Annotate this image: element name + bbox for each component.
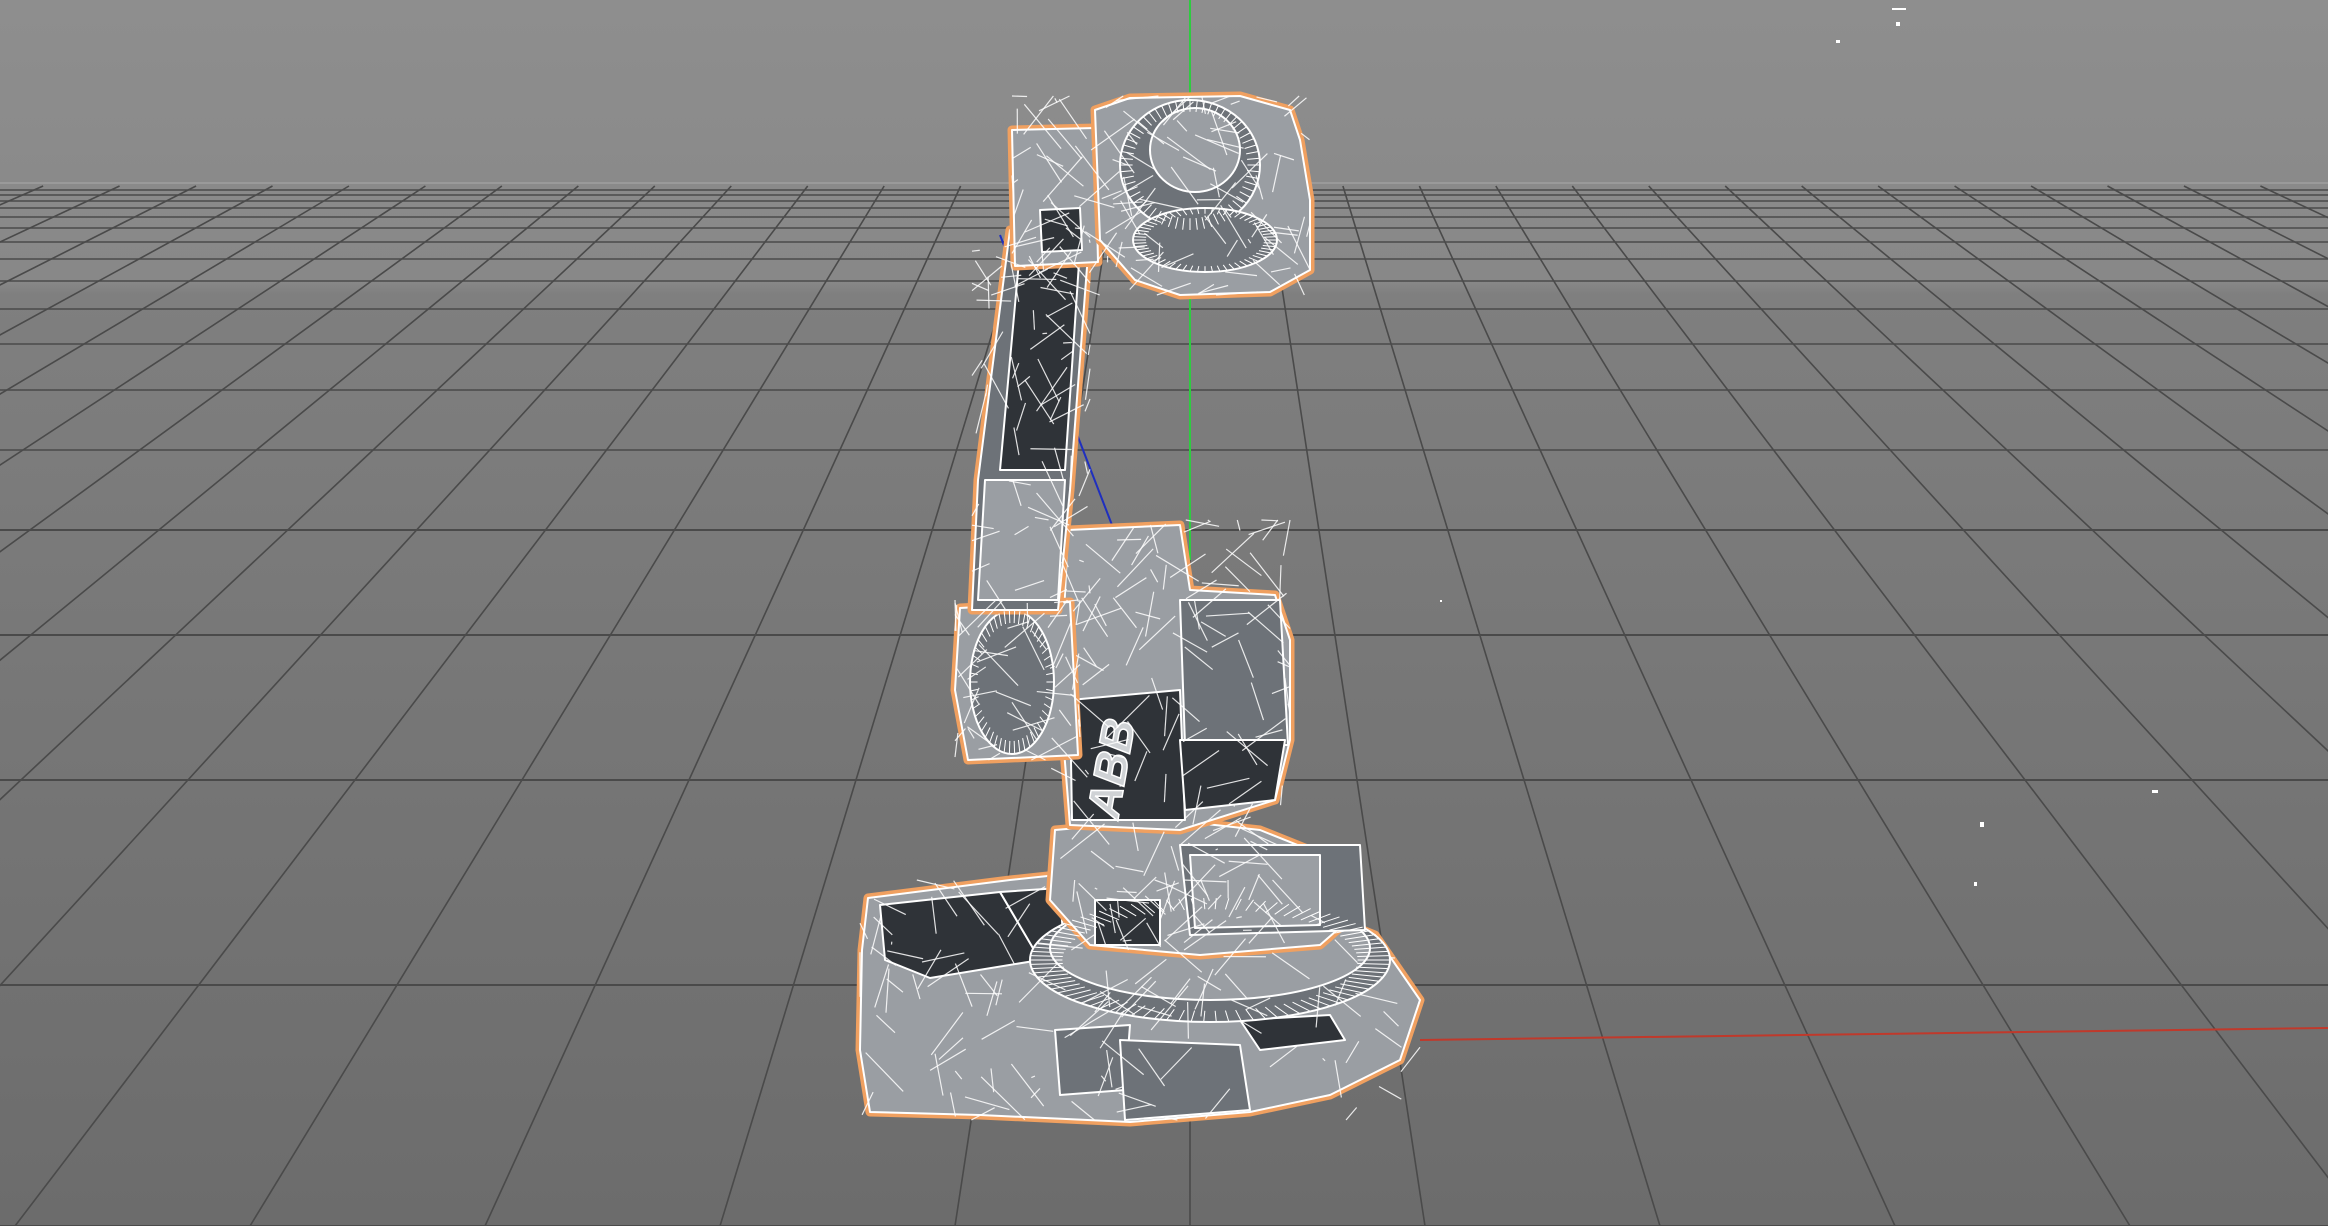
wire-edge xyxy=(1263,242,1277,244)
wire-edge xyxy=(1133,242,1147,244)
wire-edge xyxy=(1030,448,1072,451)
3d-viewport[interactable]: ABB xyxy=(0,0,2328,1226)
wire-edge xyxy=(1011,95,1028,98)
wire-edge xyxy=(1088,239,1091,243)
wire-edge xyxy=(1133,236,1147,238)
wire-edge xyxy=(1117,538,1142,541)
wire-edge xyxy=(1187,1001,1190,1039)
viewport-scene[interactable]: ABB xyxy=(0,0,2328,1226)
wire-edge xyxy=(1261,519,1279,522)
wire-edge xyxy=(1263,236,1277,238)
wire-edge xyxy=(1016,278,1057,281)
robot-elbow-block[interactable] xyxy=(1007,123,1103,271)
